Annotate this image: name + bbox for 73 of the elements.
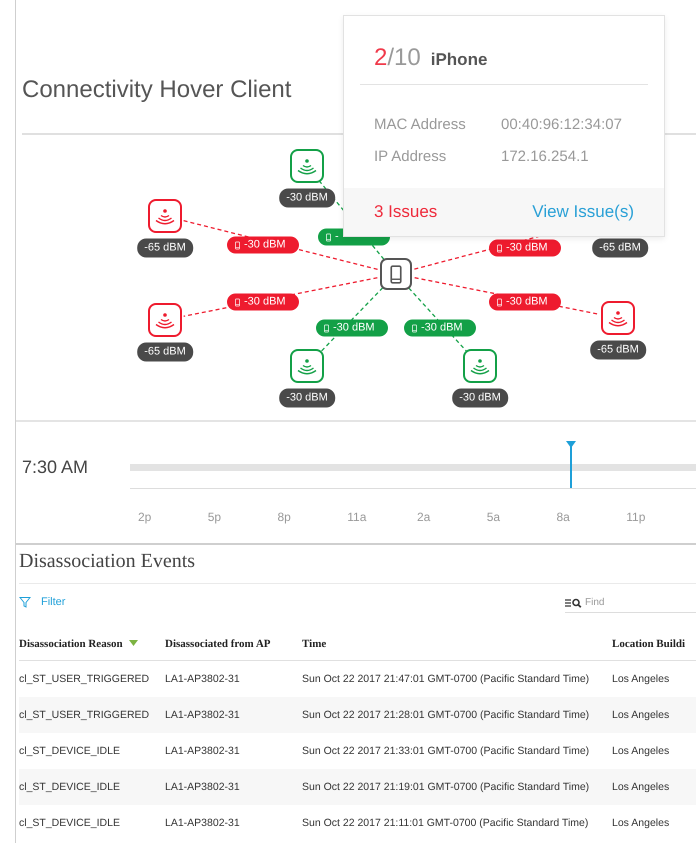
table-cell: cl_ST_DEVICE_IDLE <box>19 805 165 841</box>
phone-icon <box>235 241 240 249</box>
signal-label: -65 dBM <box>137 342 193 362</box>
axis-tick-label: 8a <box>556 510 571 524</box>
device-name: iPhone <box>430 50 488 70</box>
link-signal-label: -30 dBM <box>404 320 476 336</box>
field-value: 00:40:96:12:34:07 <box>501 115 622 135</box>
column-header[interactable]: Location Buildi <box>612 620 696 660</box>
axis-tick-label: 2a <box>417 510 432 524</box>
table-cell: LA1-AP3802-31 <box>165 697 302 733</box>
phone-icon[interactable] <box>380 258 412 290</box>
table-cell: Sun Oct 22 2017 21:19:01 GMT-0700 (Pacific Standard Time) <box>302 769 612 805</box>
table-cell: cl_ST_USER_TRIGGERED <box>19 697 165 733</box>
table-cell: Los Angeles <box>612 660 696 697</box>
phone-icon <box>497 244 502 252</box>
table-cell: Sun Oct 22 2017 21:11:01 GMT-0700 (Pacific Standard Time) <box>302 805 612 841</box>
table-cell: Los Angeles <box>612 697 696 733</box>
link-signal-label: -30 dBM <box>489 294 561 310</box>
access-point-icon[interactable] <box>290 149 324 183</box>
signal-label: -65 dBM <box>590 340 646 360</box>
signal-label: -30 dBM <box>279 188 335 208</box>
access-point-icon[interactable] <box>290 349 324 383</box>
axis-tick-label: 11p <box>626 510 646 524</box>
link-signal-label: -30 dBM <box>489 240 561 256</box>
section-title: Disassociation Events <box>19 545 696 584</box>
table-cell: Sun Oct 22 2017 21:47:01 GMT-0700 (Pacific Standard Time) <box>302 660 612 697</box>
phone-icon <box>412 324 417 332</box>
table-cell: cl_ST_DEVICE_IDLE <box>19 769 165 805</box>
signal-label: -30 dBM <box>279 388 335 408</box>
table-cell: LA1-AP3802-31 <box>165 660 302 697</box>
phone-icon <box>235 298 240 306</box>
column-header[interactable]: Disassociated from AP <box>165 620 302 660</box>
field-value: 172.16.254.1 <box>501 147 589 167</box>
table-cell: Sun Oct 22 2017 21:28:01 GMT-0700 (Pacific Standard Time) <box>302 697 612 733</box>
phone-icon <box>324 324 329 332</box>
field-label: MAC Address <box>374 115 467 135</box>
table-cell: LA1-AP3802-31 <box>165 805 302 841</box>
table-cell: Los Angeles <box>612 733 696 769</box>
phone-icon <box>497 298 502 306</box>
axis-tick-label: 11a <box>347 510 368 524</box>
axis-tick-label: 5a <box>486 510 502 524</box>
axis-tick-label: 2p <box>138 510 152 524</box>
table-cell: LA1-AP3802-31 <box>165 733 302 769</box>
table-cell: LA1-AP3802-31 <box>165 769 302 805</box>
axis-tick-label: 8p <box>278 510 292 524</box>
table-cell: cl_ST_DEVICE_IDLE <box>19 733 165 769</box>
link-signal-label: -30 dBM <box>227 236 299 254</box>
table-cell: Los Angeles <box>612 805 696 841</box>
column-header[interactable]: Disassociation Reason <box>19 638 123 650</box>
health-score: 2 <box>374 44 388 72</box>
time-label: 7:30 AM <box>22 456 90 479</box>
search-icon <box>565 598 582 608</box>
access-point-icon[interactable] <box>463 349 497 383</box>
link-signal-label: -30 dBM <box>227 294 299 310</box>
issues-count: 3 Issues <box>374 202 438 222</box>
field-label: IP Address <box>374 147 448 167</box>
signal-label: -65 dBM <box>592 238 648 258</box>
access-point-icon[interactable] <box>601 301 635 335</box>
table-cell: Los Angeles <box>612 769 696 805</box>
column-header[interactable]: Time <box>302 620 612 660</box>
link-signal-label: -30 dBM <box>316 320 388 336</box>
access-point-icon[interactable] <box>148 303 182 337</box>
signal-label: -65 dBM <box>137 238 193 258</box>
page-title: Connectivity Hover Client <box>22 76 292 105</box>
axis-tick-label: 5p <box>208 510 222 524</box>
table-cell: cl_ST_USER_TRIGGERED <box>19 660 165 697</box>
signal-label: -30 dBM <box>452 388 508 408</box>
sort-icon[interactable] <box>128 640 138 646</box>
filter-icon <box>19 596 31 608</box>
table-cell: Sun Oct 22 2017 21:33:01 GMT-0700 (Pacific Standard Time) <box>302 733 612 769</box>
health-total: /10 <box>387 44 421 72</box>
access-point-icon[interactable] <box>148 199 182 233</box>
phone-icon <box>326 233 331 241</box>
